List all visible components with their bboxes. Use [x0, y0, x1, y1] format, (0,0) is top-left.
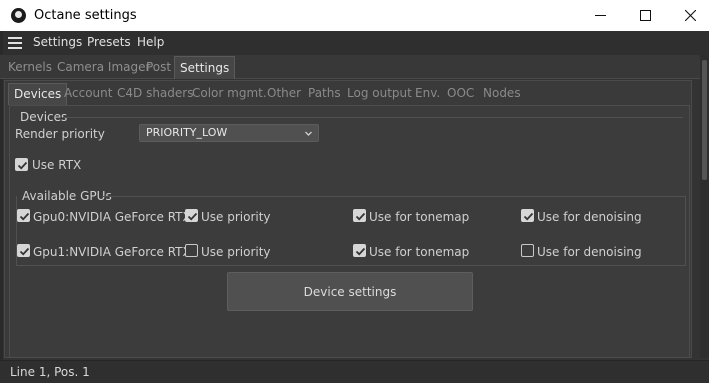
render-priority-label: Render priority: [15, 127, 105, 141]
gpu1-enable-checkbox[interactable]: [17, 244, 30, 257]
app-icon: [11, 8, 26, 23]
gpu0-use-tonemap-label: Use for tonemap: [369, 210, 470, 224]
gpu0-enable-checkbox[interactable]: [17, 209, 30, 222]
minimize-icon: [594, 15, 606, 16]
tab-nodes[interactable]: Nodes: [483, 83, 521, 105]
render-priority-select[interactable]: PRIORITY_LOW: [139, 124, 319, 142]
tab-log-output[interactable]: Log output: [347, 83, 412, 105]
tab-devices[interactable]: Devices: [8, 83, 68, 105]
checkmark-icon: [17, 161, 28, 170]
gpu0-name: Gpu0:NVIDIA GeForce RTX 307: [33, 210, 185, 224]
gpu1-name: Gpu1:NVIDIA GeForce RTX 307: [33, 245, 185, 259]
tab-ooc[interactable]: OOC: [447, 83, 474, 105]
checkmark-icon: [523, 212, 534, 221]
left-edge: [0, 31, 3, 360]
close-button[interactable]: [667, 0, 709, 31]
section-divider: [63, 117, 683, 118]
gpu0-use-denoising-checkbox[interactable]: [521, 209, 534, 222]
checkmark-icon: [19, 247, 30, 256]
tab-camera-imager[interactable]: Camera Imager: [57, 56, 150, 79]
tab-color-mgmt[interactable]: Color mgmt.: [192, 83, 267, 105]
gpu1-use-priority-checkbox[interactable]: [185, 244, 198, 257]
close-icon: [684, 10, 696, 21]
checkmark-icon: [355, 212, 366, 221]
checkmark-icon: [187, 212, 198, 221]
gpu0-use-priority-label: Use priority: [201, 210, 271, 224]
maximize-button[interactable]: [622, 0, 668, 31]
menu-bar: Settings Presets Help: [0, 31, 709, 55]
tab-kernels[interactable]: Kernels: [8, 56, 52, 79]
gpu1-use-tonemap-label: Use for tonemap: [369, 245, 470, 259]
outer-tab-bar: Kernels Camera Imager Post Settings: [0, 55, 700, 79]
window-title: Octane settings: [34, 8, 137, 23]
inner-tab-bar: Devices Account C4D shaders Color mgmt. …: [8, 83, 692, 105]
scrollbar-thumb[interactable]: [702, 60, 707, 180]
use-rtx-checkbox[interactable]: [15, 158, 28, 171]
gpu0-use-denoising-label: Use for denoising: [537, 210, 642, 224]
devices-section-title: Devices: [20, 110, 68, 124]
status-text: Line 1, Pos. 1: [10, 365, 90, 379]
gpu1-use-denoising-label: Use for denoising: [537, 245, 642, 259]
menu-presets[interactable]: Presets: [87, 35, 131, 49]
tab-settings[interactable]: Settings: [174, 56, 236, 79]
tab-account[interactable]: Account: [64, 83, 112, 105]
checkmark-icon: [355, 247, 366, 256]
hamburger-menu-icon[interactable]: [8, 37, 22, 49]
menu-settings[interactable]: Settings: [33, 35, 82, 49]
title-bar: Octane settings: [0, 0, 709, 31]
use-rtx-label: Use RTX: [32, 158, 82, 172]
tab-paths[interactable]: Paths: [308, 83, 341, 105]
minimize-button[interactable]: [577, 0, 623, 31]
maximize-icon: [639, 10, 651, 21]
gpu1-use-denoising-checkbox[interactable]: [521, 244, 534, 257]
render-priority-value: PRIORITY_LOW: [146, 126, 228, 139]
gpu1-use-tonemap-checkbox[interactable]: [353, 244, 366, 257]
menu-help[interactable]: Help: [137, 35, 164, 49]
gpu0-use-tonemap-checkbox[interactable]: [353, 209, 366, 222]
tab-other[interactable]: Other: [267, 83, 301, 105]
tab-c4d-shaders[interactable]: C4D shaders: [117, 83, 193, 105]
status-bar: Line 1, Pos. 1: [0, 360, 709, 383]
tab-env[interactable]: Env.: [415, 83, 440, 105]
checkmark-icon: [19, 212, 30, 221]
tab-post[interactable]: Post: [146, 56, 171, 79]
gpu0-use-priority-checkbox[interactable]: [185, 209, 198, 222]
chevron-down-icon: [305, 131, 312, 136]
gpu1-use-priority-label: Use priority: [201, 245, 271, 259]
device-settings-button[interactable]: Device settings: [227, 272, 473, 311]
